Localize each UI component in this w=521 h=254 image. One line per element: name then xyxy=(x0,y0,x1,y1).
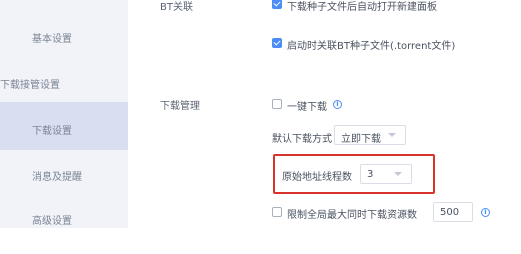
sidebar-item-label: 消息及提醒 xyxy=(32,172,82,183)
limit-downloads-value: 500 xyxy=(440,207,460,218)
threads-label: 原始地址线程数 xyxy=(282,172,352,183)
threads-value: 3 xyxy=(367,169,374,180)
associate-torrent-label: 启动时关联BT种子文件(.torrent文件) xyxy=(287,41,456,52)
download-mgmt-section-label: 下载管理 xyxy=(160,101,200,112)
auto-open-panel-checkbox[interactable] xyxy=(272,0,282,9)
chevron-down-icon xyxy=(394,172,402,176)
sidebar-item-download-takeover[interactable]: 下载接管设置 xyxy=(0,76,60,91)
limit-downloads-label: 限制全局最大同时下载资源数 xyxy=(287,210,417,221)
sidebar-item-label: 下载设置 xyxy=(32,126,72,137)
settings-sidebar: 基本设置 下载接管设置 下载设置 消息及提醒 高级设置 xyxy=(0,0,128,228)
auto-open-panel-label: 下载种子文件后自动打开新建面板 xyxy=(287,2,437,13)
limit-downloads-checkbox[interactable] xyxy=(272,207,282,217)
one-click-download-checkbox[interactable] xyxy=(272,99,282,109)
sidebar-item-label: 高级设置 xyxy=(32,216,72,227)
limit-downloads-input[interactable]: 500 xyxy=(433,202,473,222)
sidebar-item-label: 下载接管设置 xyxy=(0,80,60,91)
info-icon[interactable]: i xyxy=(333,100,342,109)
sidebar-item-notifications[interactable]: 消息及提醒 xyxy=(32,168,82,183)
default-mode-value: 立即下载 xyxy=(341,134,381,145)
associate-torrent-checkbox[interactable] xyxy=(272,38,282,48)
bt-section-label: BT关联 xyxy=(160,2,193,13)
one-click-download-label: 一键下载 xyxy=(287,102,327,113)
default-mode-select[interactable]: 立即下载 xyxy=(334,125,406,145)
info-icon[interactable]: i xyxy=(481,208,490,217)
sidebar-item-advanced[interactable]: 高级设置 xyxy=(32,212,72,227)
sidebar-item-label: 基本设置 xyxy=(32,34,72,45)
default-mode-label: 默认下载方式 xyxy=(272,134,332,145)
chevron-down-icon xyxy=(388,133,396,137)
threads-select[interactable]: 3 xyxy=(360,164,412,184)
sidebar-item-download[interactable]: 下载设置 xyxy=(0,102,128,150)
sidebar-item-basic[interactable]: 基本设置 xyxy=(32,30,72,45)
